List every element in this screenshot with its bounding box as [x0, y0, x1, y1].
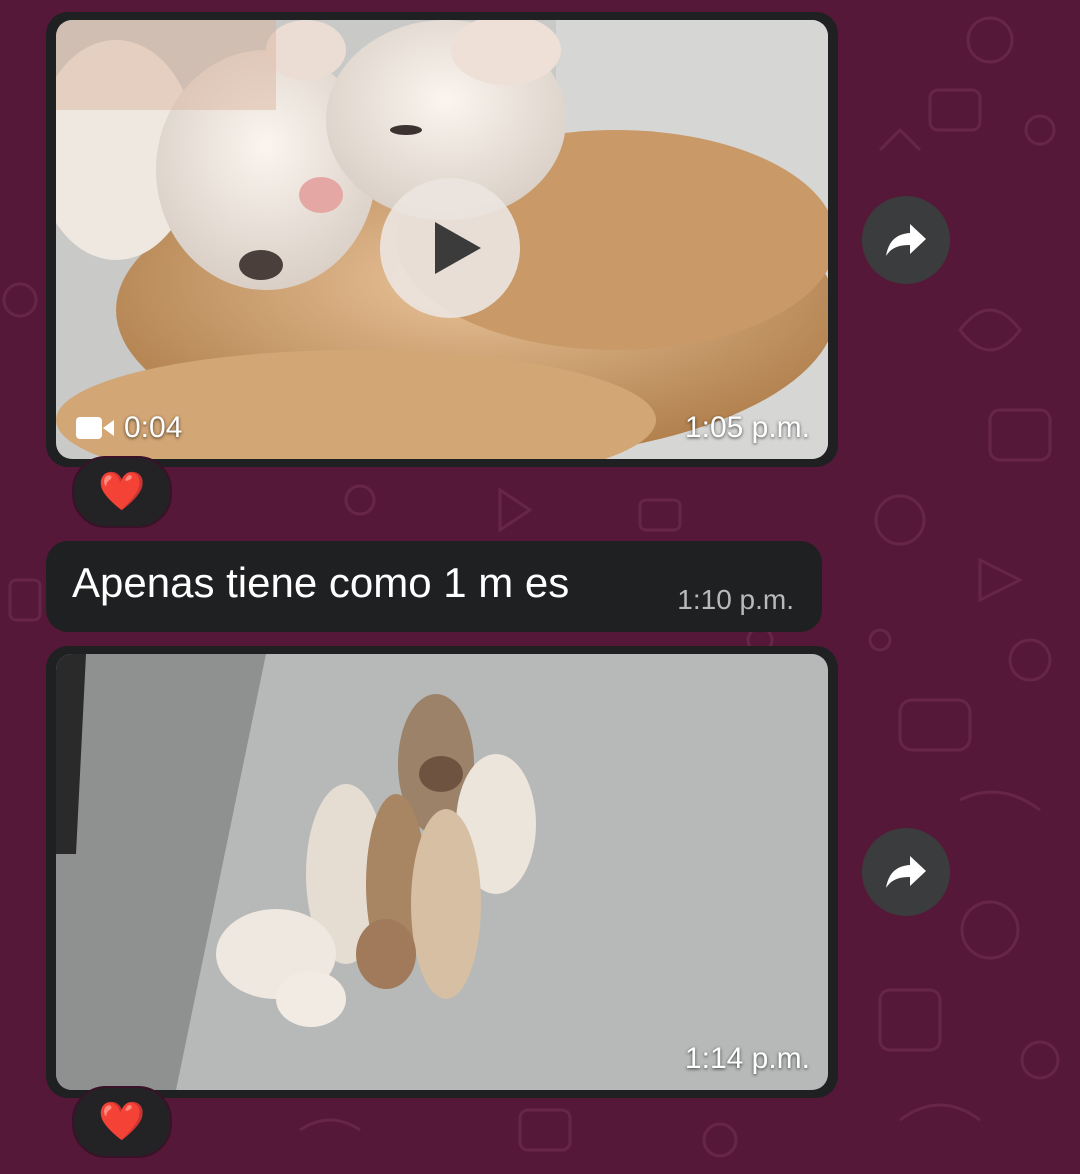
forward-arrow-icon: [886, 856, 926, 888]
image-thumbnail[interactable]: 1:14 p.m.: [56, 654, 828, 1090]
message-text: Apenas tiene como 1 m es: [72, 559, 570, 606]
heart-reaction[interactable]: ❤️: [72, 1086, 172, 1158]
heart-reaction[interactable]: ❤️: [72, 456, 172, 528]
forward-arrow-icon: [886, 224, 926, 256]
image-timestamp: 1:14 p.m.: [684, 1042, 810, 1075]
video-timestamp: 1:05 p.m.: [684, 411, 810, 444]
video-thumbnail[interactable]: 0:04 1:05 p.m.: [56, 20, 828, 459]
text-message-bubble[interactable]: Apenas tiene como 1 m es 1:10 p.m.: [46, 541, 822, 632]
play-button[interactable]: [380, 178, 520, 318]
forward-button[interactable]: [862, 828, 950, 916]
video-duration: 0:04: [76, 411, 182, 445]
duration-label: 0:04: [124, 411, 183, 444]
puppies-photo-image: [56, 654, 828, 1090]
video-message-bubble[interactable]: 0:04 1:05 p.m.: [46, 12, 838, 467]
image-message-bubble[interactable]: 1:14 p.m.: [46, 646, 838, 1098]
video-camera-icon: [76, 417, 114, 439]
forward-button[interactable]: [862, 196, 950, 284]
message-timestamp: 1:10 p.m.: [677, 584, 794, 615]
